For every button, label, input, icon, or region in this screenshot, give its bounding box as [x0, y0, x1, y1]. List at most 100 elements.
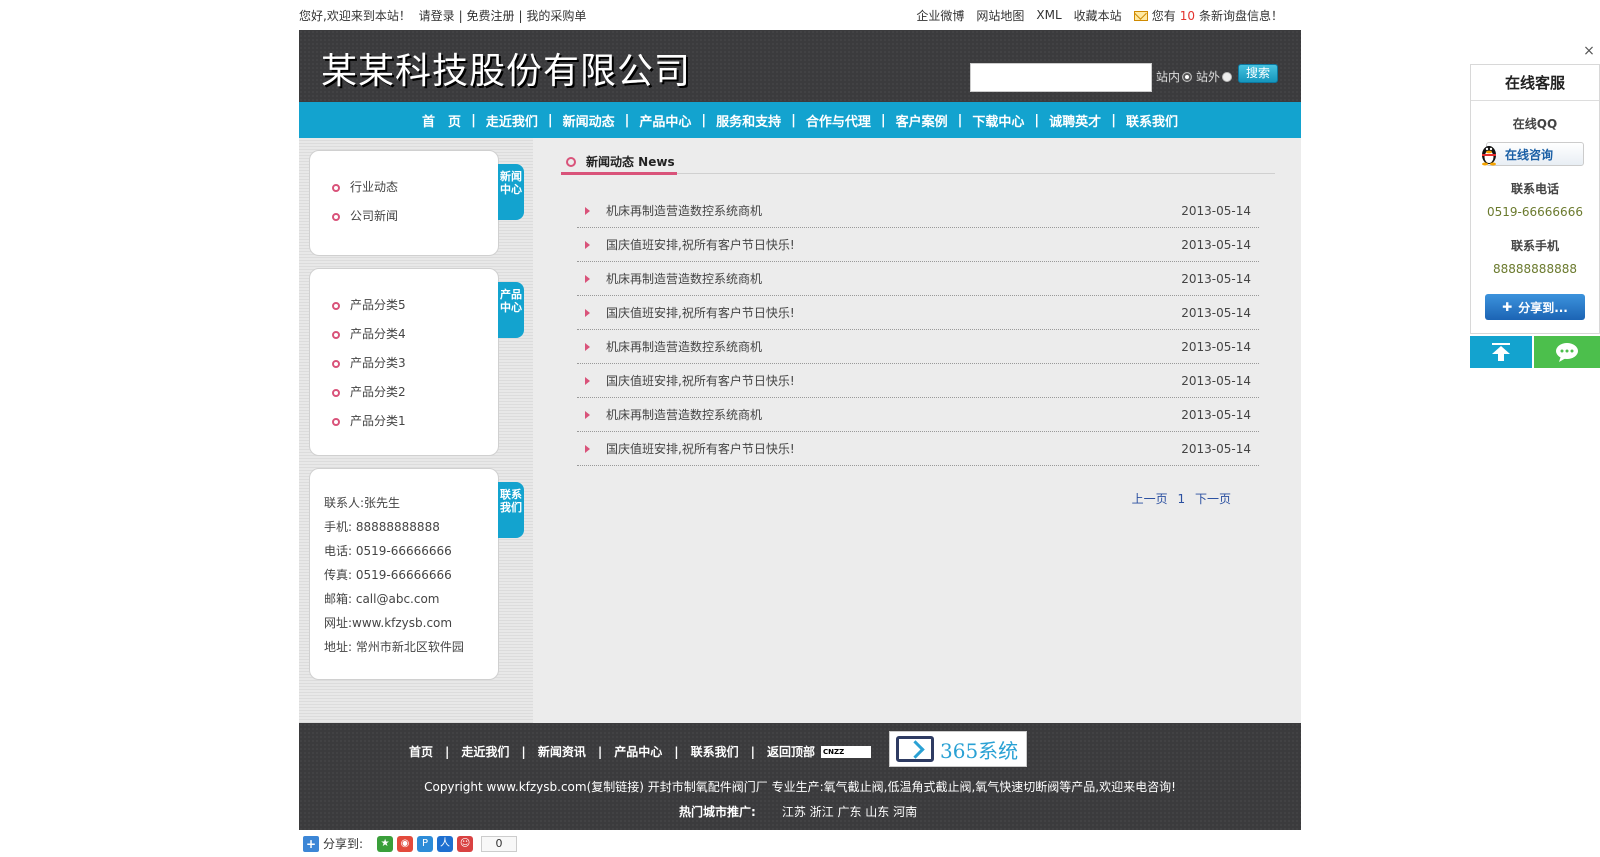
login-link[interactable]: 请登录 — [419, 9, 455, 23]
news-title[interactable]: 机床再制造营造数控系统商机 — [606, 406, 1179, 423]
mail-icon — [1133, 11, 1148, 21]
page-number[interactable]: 1 — [1178, 492, 1186, 506]
list-item[interactable]: 产品分类4 — [332, 320, 498, 349]
bullet-icon — [332, 417, 340, 426]
weibo-link[interactable]: 企业微博 — [916, 7, 964, 24]
news-row[interactable]: 国庆值班安排,祝所有客户节日快乐! 2013-05-14 — [577, 296, 1259, 330]
qq-penguin-icon — [1482, 146, 1496, 166]
news-title[interactable]: 国庆值班安排,祝所有客户节日快乐! — [606, 236, 1179, 253]
contact-person: 联系人:张先生 — [324, 496, 401, 510]
top-bar-left: 您好,欢迎来到本站！ 请登录 | 免费注册 | 我的采购单 — [299, 8, 587, 23]
tqq-icon[interactable]: P — [417, 835, 434, 852]
contact-box: 联系人:张先生 手机: 88888888888 电话: 0519-6666666… — [309, 468, 499, 680]
hot-city-list[interactable]: 江苏 浙江 广东 山东 河南 — [782, 803, 917, 820]
share-plus-icon[interactable]: + — [303, 835, 319, 852]
radio-out-button[interactable] — [1222, 71, 1233, 82]
phone-label: 联系电话 — [1510, 182, 1559, 196]
bullet-icon — [332, 301, 340, 310]
list-item[interactable]: 行业动态 — [332, 173, 498, 202]
365-system-badge[interactable]: 365系统 — [889, 731, 1027, 767]
footer-about-link[interactable]: 走近我们 — [449, 743, 521, 760]
bullet-icon — [332, 359, 340, 368]
nav-service[interactable]: 服务和支持 — [706, 111, 791, 130]
nav-cases[interactable]: 客户案例 — [886, 111, 958, 130]
weibo-icon[interactable]: ◉ — [397, 835, 414, 852]
kaixin-icon[interactable]: ☺ — [457, 835, 474, 852]
news-row[interactable]: 国庆值班安排,祝所有客户节日快乐! 2013-05-14 — [577, 228, 1259, 262]
news-row[interactable]: 国庆值班安排,祝所有客户节日快乐! 2013-05-14 — [577, 432, 1259, 466]
nav-partner[interactable]: 合作与代理 — [796, 111, 881, 130]
news-row[interactable]: 机床再制造营造数控系统商机 2013-05-14 — [577, 398, 1259, 432]
nav-about[interactable]: 走近我们 — [476, 111, 548, 130]
news-title[interactable]: 国庆值班安排,祝所有客户节日快乐! — [606, 440, 1179, 457]
company-logo[interactable]: 某某科技股份有限公司 — [321, 42, 691, 94]
news-title[interactable]: 机床再制造营造数控系统商机 — [606, 270, 1179, 287]
register-link[interactable]: 免费注册 — [467, 9, 515, 23]
ring-icon — [566, 156, 576, 167]
contact-email: 邮箱: call@abc.com — [324, 592, 440, 606]
nav-news[interactable]: 新闻动态 — [553, 111, 625, 130]
nav-jobs[interactable]: 诚聘英才 — [1039, 111, 1111, 130]
back-to-top-link[interactable]: 返回顶部 — [755, 743, 827, 760]
news-title[interactable]: 国庆值班安排,祝所有客户节日快乐! — [606, 304, 1179, 321]
news-center-tab[interactable]: 新闻中心 — [498, 164, 524, 220]
news-date: 2013-05-14 — [1181, 441, 1251, 456]
favorite-link[interactable]: 收藏本站 — [1074, 7, 1122, 24]
close-icon[interactable]: × — [1582, 44, 1596, 58]
qq-consult-button[interactable]: 在线咨询 — [1482, 142, 1584, 166]
radio-in[interactable]: 站内 — [1156, 68, 1193, 85]
contact-web: 网址:www.kfzysb.com — [324, 616, 453, 630]
plus-icon: ✚ — [1502, 300, 1513, 314]
footer-home-link[interactable]: 首页 — [397, 743, 445, 760]
arrow-icon — [585, 342, 590, 351]
notice-count: 10 — [1179, 8, 1195, 23]
back-to-top-button[interactable] — [1470, 336, 1532, 368]
prev-page-link[interactable]: 上一页 — [1132, 492, 1168, 506]
list-item[interactable]: 产品分类2 — [332, 378, 498, 407]
contact-us-tab[interactable]: 联系我们 — [498, 482, 524, 538]
qzone-icon[interactable]: ★ — [377, 835, 394, 852]
search-input[interactable] — [970, 63, 1152, 92]
news-row[interactable]: 机床再制造营造数控系统商机 2013-05-14 — [577, 194, 1259, 228]
footer-news-link[interactable]: 新闻资讯 — [526, 743, 598, 760]
cnzz-badge[interactable]: CNZZ — [821, 746, 871, 758]
search-button[interactable]: 搜索 — [1238, 64, 1278, 83]
news-title[interactable]: 国庆值班安排,祝所有客户节日快乐! — [606, 372, 1179, 389]
arrow-icon — [585, 410, 590, 419]
renren-icon[interactable]: 人 — [437, 835, 454, 852]
footer-contact-link[interactable]: 联系我们 — [679, 743, 751, 760]
nav-contact[interactable]: 联系我们 — [1116, 111, 1188, 130]
list-item[interactable]: 产品分类3 — [332, 349, 498, 378]
contact-fax: 传真: 0519-66666666 — [324, 568, 452, 582]
list-item[interactable]: 产品分类5 — [332, 291, 498, 320]
list-item[interactable]: 产品分类1 — [332, 407, 498, 436]
list-item[interactable]: 公司新闻 — [332, 202, 498, 231]
news-title[interactable]: 机床再制造营造数控系统商机 — [606, 338, 1179, 355]
next-page-link[interactable]: 下一页 — [1195, 492, 1231, 506]
panel-title: 在线客服 — [1471, 65, 1599, 101]
radio-in-button[interactable] — [1182, 71, 1193, 82]
news-row[interactable]: 机床再制造营造数控系统商机 2013-05-14 — [577, 262, 1259, 296]
nav-products[interactable]: 产品中心 — [629, 111, 701, 130]
nav-download[interactable]: 下载中心 — [962, 111, 1034, 130]
news-date: 2013-05-14 — [1181, 407, 1251, 422]
share-to-button[interactable]: ✚ 分享到... — [1485, 294, 1585, 320]
365-badge-text: 365系统 — [940, 738, 1019, 763]
product-center-tab[interactable]: 产品中心 — [498, 282, 524, 338]
chat-button[interactable] — [1534, 336, 1600, 368]
xml-link[interactable]: XML — [1036, 8, 1061, 22]
nav-home[interactable]: 首 页 — [412, 111, 471, 130]
notice-suffix: 条新询盘信息！ — [1198, 8, 1283, 23]
product-category-box: 产品分类5 产品分类4 产品分类3 产品分类2 产品分类1 — [309, 268, 499, 456]
purchase-link[interactable]: 我的采购单 — [526, 9, 586, 23]
side-bottom-buttons — [1470, 336, 1600, 368]
sitemap-link[interactable]: 网站地图 — [976, 7, 1024, 24]
news-row[interactable]: 机床再制造营造数控系统商机 2013-05-14 — [577, 330, 1259, 364]
radio-out[interactable]: 站外 — [1196, 68, 1233, 85]
share-bar: + 分享到: ★ ◉ P 人 ☺ 0 — [303, 835, 518, 852]
footer-products-link[interactable]: 产品中心 — [602, 743, 674, 760]
news-title[interactable]: 机床再制造营造数控系统商机 — [606, 202, 1179, 219]
pagination: 上一页 1 下一页 — [561, 490, 1275, 507]
news-row[interactable]: 国庆值班安排,祝所有客户节日快乐! 2013-05-14 — [577, 364, 1259, 398]
inquiry-notice[interactable]: 您有 10 条新询盘信息！ — [1133, 7, 1287, 24]
